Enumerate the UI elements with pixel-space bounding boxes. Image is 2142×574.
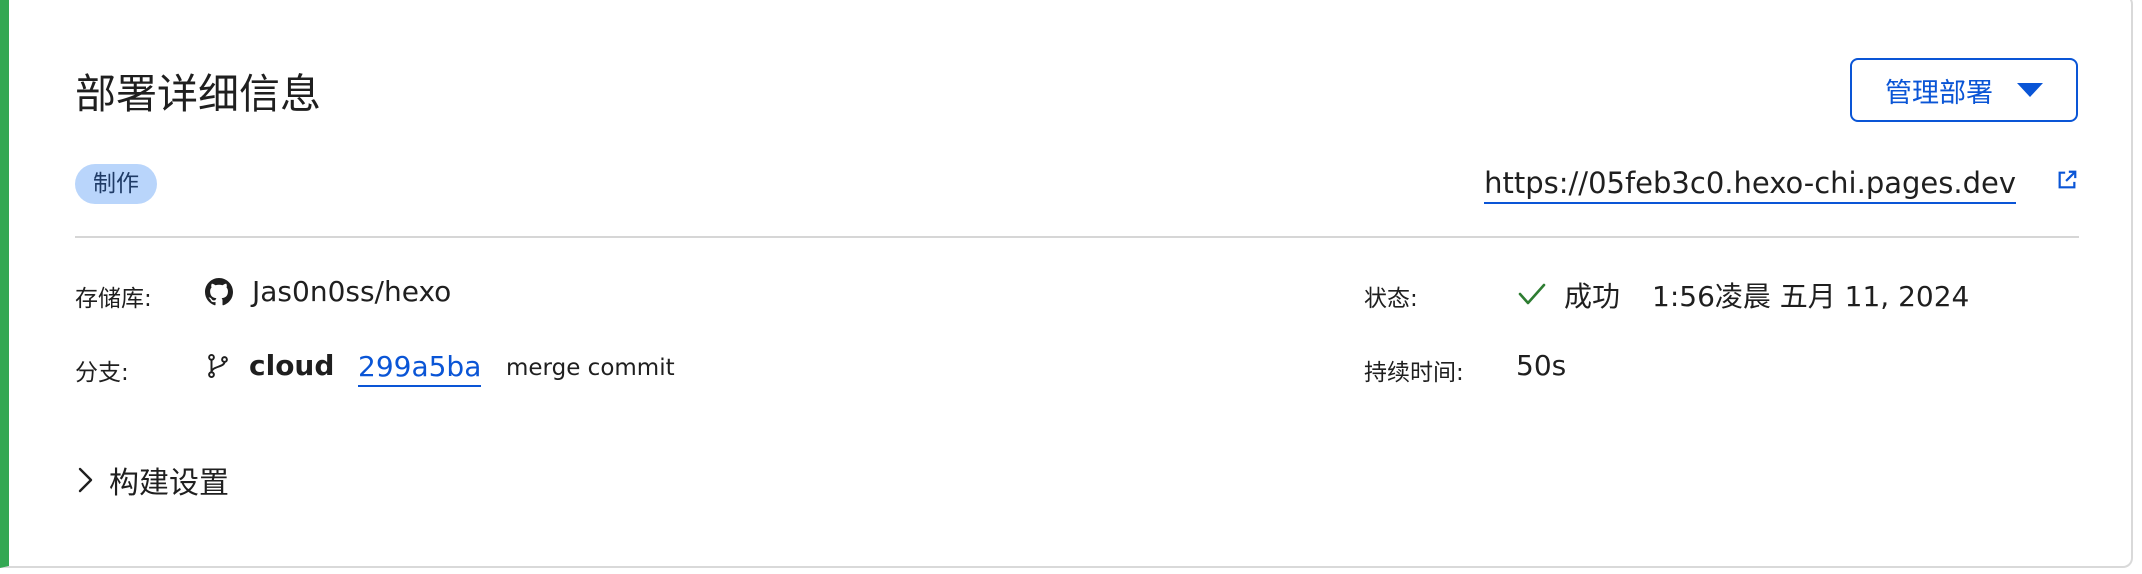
- repository-label: 存储库:: [75, 286, 152, 312]
- divider: [75, 236, 2079, 238]
- status-time: 1:56凌晨 五月 11, 2024: [1652, 280, 1970, 313]
- page-title: 部署详细信息: [75, 70, 321, 118]
- environment-badge: 制作: [75, 164, 157, 204]
- git-branch-icon: [208, 353, 228, 379]
- external-link-icon[interactable]: [2056, 169, 2078, 191]
- checkmark-icon: [1518, 283, 1546, 305]
- deployment-url-link[interactable]: https://05feb3c0.hexo-chi.pages.dev: [1484, 164, 2016, 204]
- duration-value: 50s: [1516, 349, 1567, 382]
- branch-label: 分支:: [75, 360, 129, 386]
- commit-message: merge commit: [506, 355, 675, 381]
- manage-deployment-button[interactable]: 管理部署: [1850, 58, 2078, 122]
- status-value: 成功: [1564, 280, 1621, 313]
- build-settings-label: 构建设置: [109, 466, 229, 501]
- branch-value: cloud: [249, 349, 335, 382]
- repository-value: Jas0n0ss/hexo: [252, 275, 452, 308]
- build-settings-toggle[interactable]: 构建设置: [75, 458, 229, 502]
- status-label: 状态:: [1364, 286, 1418, 312]
- github-icon: [205, 278, 233, 306]
- chevron-right-icon: [78, 467, 93, 493]
- commit-hash-link[interactable]: 299a5ba: [358, 349, 482, 387]
- manage-deployment-label: 管理部署: [1885, 77, 1993, 109]
- deployment-details-card: 部署详细信息 管理部署 制作 https://05feb3c0.hexo-chi…: [0, 0, 2133, 568]
- duration-label: 持续时间:: [1364, 360, 1464, 386]
- caret-down-icon: [2017, 83, 2043, 97]
